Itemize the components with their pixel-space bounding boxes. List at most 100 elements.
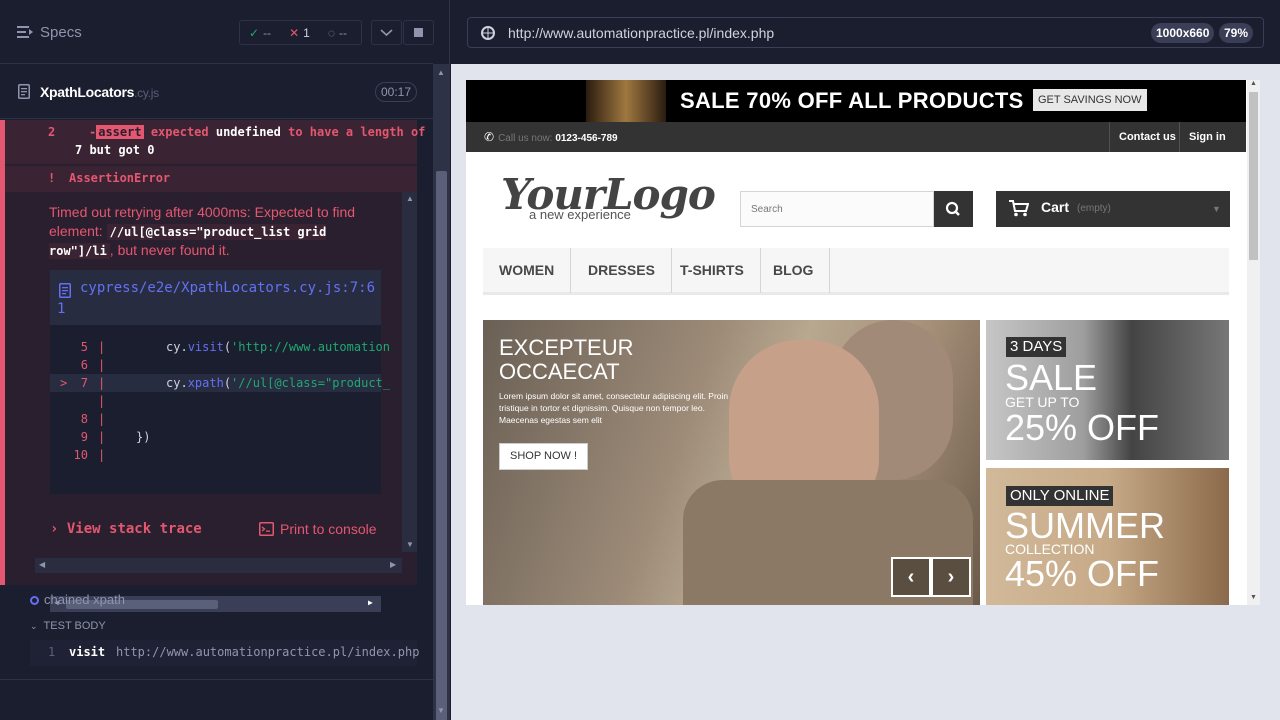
x-icon: ✕: [289, 25, 300, 40]
runner-scroll-thumb[interactable]: [436, 171, 447, 720]
shop-now-button[interactable]: SHOP NOW !: [499, 443, 589, 470]
search-input[interactable]: Search: [740, 191, 934, 227]
menu-icon[interactable]: [17, 25, 33, 39]
scroll-down-icon[interactable]: ▼: [437, 706, 445, 715]
promo-banner[interactable]: SALE 70% OFF ALL PRODUCTS GET SAVINGS NO…: [466, 80, 1246, 122]
error-header: ! AssertionError: [5, 166, 417, 192]
hero-title: EXCEPTEUR OCCAECAT: [499, 335, 634, 384]
passed-count: --: [263, 25, 272, 40]
page-scrollbar[interactable]: ▲ ▼: [1247, 80, 1260, 605]
command-number: 1: [48, 645, 56, 659]
slider-next-button[interactable]: ›: [931, 557, 971, 597]
print-to-console-button[interactable]: Print to console: [259, 521, 377, 537]
chevron-right-icon: >: [60, 376, 68, 390]
logo-tagline: a new experience: [529, 207, 631, 222]
runner-scrollbar[interactable]: ▲ ▼: [433, 64, 449, 720]
code-line: 9 |}): [80, 430, 151, 444]
chevron-down-icon: ▼: [1212, 204, 1221, 214]
error-name: AssertionError: [69, 171, 171, 185]
call-us: ✆ Call us now: 0123-456-789: [484, 130, 618, 144]
chevron-left-icon: ‹: [907, 566, 915, 588]
assert-result: 7 but got 0: [75, 143, 155, 157]
file-icon: [59, 283, 71, 298]
address-bar[interactable]: http://www.automationpractice.pl/index.p…: [467, 17, 1264, 48]
promo-text: SALE 70% OFF ALL PRODUCTS: [680, 88, 1024, 113]
test-title[interactable]: chained xpath: [30, 592, 125, 607]
test-stats: ✓ -- ✕ 1 ◌ --: [239, 20, 362, 45]
pending-circle-icon: [30, 596, 39, 605]
spec-duration: 00:17: [375, 82, 417, 102]
scroll-down-icon[interactable]: ▼: [1250, 594, 1257, 601]
viewport-size-badge[interactable]: 1000x660: [1151, 23, 1215, 43]
scroll-right-icon[interactable]: ▶: [368, 598, 373, 607]
failure-hscrollbar[interactable]: ◀ ▶: [35, 558, 402, 573]
assert-command[interactable]: 2 - assert expected undefined to have a l…: [5, 120, 425, 164]
scroll-up-icon[interactable]: ▲: [437, 68, 445, 77]
assert-keyword: assert: [96, 125, 144, 139]
code-line: |: [98, 394, 106, 408]
code-frame-path[interactable]: cypress/e2e/XpathLocators.cy.js:7:6: [80, 280, 375, 296]
code-line: 8 |: [80, 412, 106, 426]
code-frame: cypress/e2e/XpathLocators.cy.js:7:6 1 5 |…: [50, 270, 390, 612]
page-scroll-thumb[interactable]: [1249, 92, 1258, 260]
failed-test-block: 2 - assert expected undefined to have a l…: [0, 120, 425, 612]
error-message: Timed out retrying after 4000ms: Expecte…: [49, 204, 356, 259]
menu-item-women[interactable]: WOMEN: [483, 248, 572, 293]
code-line: 10 |: [73, 448, 106, 462]
app-under-test: SALE 70% OFF ALL PRODUCTS GET SAVINGS NO…: [466, 80, 1260, 605]
menu-item-dresses[interactable]: DRESSES: [572, 248, 672, 293]
code-frame-header[interactable]: cypress/e2e/XpathLocators.cy.js:7:6 1: [50, 270, 381, 325]
scroll-left-icon[interactable]: ◀: [39, 560, 45, 569]
test-body-header[interactable]: ⌄ TEST BODY: [30, 620, 106, 632]
file-icon: [18, 84, 30, 99]
cart-icon: [1009, 200, 1029, 217]
terminal-icon: [259, 522, 274, 536]
scroll-up-icon[interactable]: ▲: [406, 194, 414, 203]
phone-icon: ✆: [484, 130, 495, 144]
command-arg: http://www.automationpractice.pl/index.p…: [116, 645, 420, 659]
command-name: visit: [69, 645, 106, 659]
code-frame-path-wrap: 1: [57, 301, 66, 317]
view-stack-trace-button[interactable]: › View stack trace: [50, 521, 202, 537]
sale-banner[interactable]: 3 DAYS SALE GET UP TO 25% OFF: [986, 320, 1229, 460]
top-nav-strip: ✆ Call us now: 0123-456-789 Contact us Si…: [466, 122, 1246, 152]
scroll-right-icon[interactable]: ▶: [390, 560, 396, 569]
spec-name[interactable]: XpathLocators.cy.js: [40, 84, 159, 100]
specs-header: Specs ✓ -- ✕ 1 ◌ --: [0, 0, 434, 64]
failure-scrollbar[interactable]: ▲ ▼: [402, 192, 417, 552]
hero-slider[interactable]: EXCEPTEUR OCCAECAT Lorem ipsum dolor sit…: [483, 320, 980, 605]
browser-preview: http://www.automationpractice.pl/index.p…: [451, 0, 1280, 720]
code-line: >7 | cy.xpath('//ul[@class="product_: [50, 374, 390, 392]
menu-item-blog[interactable]: BLOG: [757, 248, 831, 293]
chevron-right-icon: ›: [947, 566, 955, 588]
pending-count: --: [338, 25, 347, 40]
url-text[interactable]: http://www.automationpractice.pl/index.p…: [508, 25, 774, 41]
spinner-icon: ◌: [327, 25, 335, 40]
chevron-down-icon: ⌄: [30, 621, 38, 631]
scroll-down-icon[interactable]: ▼: [406, 540, 414, 549]
globe-icon: [481, 26, 495, 40]
stop-button[interactable]: [403, 20, 434, 45]
get-savings-button[interactable]: GET SAVINGS NOW: [1033, 89, 1147, 111]
zoom-badge[interactable]: 79%: [1219, 23, 1254, 43]
specs-title[interactable]: Specs: [40, 24, 82, 41]
code-line: 5 | cy.visit('http://www.automation: [80, 340, 390, 354]
failed-count: 1: [303, 25, 310, 40]
promo-image: [586, 80, 666, 122]
command-row[interactable]: 1 visit http://www.automationpractice.pl…: [30, 640, 420, 666]
contact-us-link[interactable]: Contact us: [1109, 122, 1185, 152]
hero-text: Lorem ipsum dolor sit amet, consectetur …: [499, 391, 729, 425]
main-menu: WOMEN DRESSES T-SHIRTS BLOG: [483, 248, 1229, 295]
sign-in-link[interactable]: Sign in: [1179, 122, 1235, 152]
scroll-up-icon[interactable]: ▲: [1250, 80, 1257, 87]
stop-icon: [414, 28, 423, 37]
menu-item-tshirts[interactable]: T-SHIRTS: [664, 248, 761, 293]
options-dropdown-button[interactable]: [371, 20, 402, 45]
address-bar-wrap: http://www.automationpractice.pl/index.p…: [451, 0, 1280, 64]
error-bang: !: [48, 171, 56, 185]
slider-prev-button[interactable]: ‹: [891, 557, 931, 597]
search-button[interactable]: [934, 191, 973, 227]
cart-button[interactable]: Cart (empty) ▼: [996, 191, 1230, 227]
summer-banner[interactable]: ONLY ONLINE SUMMER COLLECTION 45% OFF: [986, 468, 1229, 605]
spec-file-row: XpathLocators.cy.js 00:17: [0, 65, 433, 119]
